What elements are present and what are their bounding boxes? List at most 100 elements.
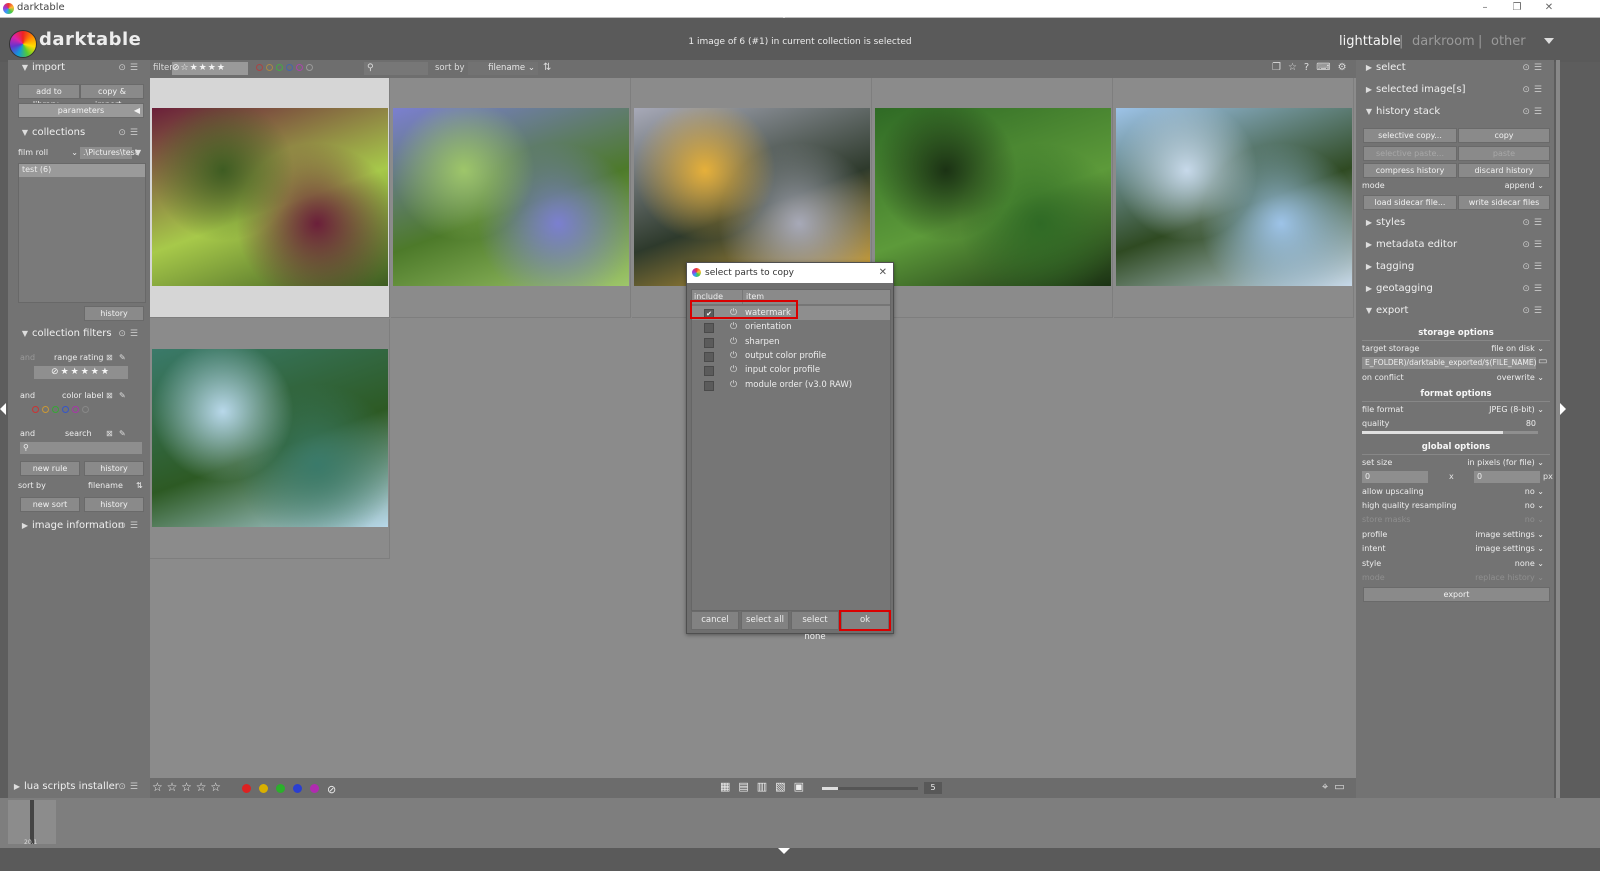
thumbnail-image[interactable] [875, 108, 1111, 286]
thumbnail-image[interactable] [634, 108, 870, 286]
tagging-section-header[interactable]: ▶ tagging ⊙☰ [1362, 257, 1552, 277]
thumbnail-cell[interactable] [391, 78, 631, 318]
collection-filters-section-header[interactable]: ▼ collection filters ⊙☰ [18, 324, 148, 344]
filter-search-input[interactable]: ⚲ [364, 62, 428, 75]
include-checkbox[interactable] [704, 337, 714, 348]
copy-import-button[interactable]: copy & import... [80, 84, 144, 109]
load-sidecar-button[interactable]: load sidecar file... [1363, 195, 1457, 210]
section-icons[interactable]: ⊙☰ [1522, 257, 1546, 277]
gray-label-icon[interactable] [82, 406, 89, 413]
blue-filter-icon[interactable] [286, 64, 293, 71]
section-icons[interactable]: ⊙☰ [118, 516, 142, 536]
section-icons[interactable]: ⊙☰ [1522, 80, 1546, 100]
profile-dropdown[interactable]: profile image settings ⌄ [1362, 528, 1552, 542]
new-sort-button[interactable]: new sort [20, 497, 80, 512]
import-section-header[interactable]: ▼ import ⊙☰ [18, 58, 148, 78]
quality-slider-track[interactable] [1362, 431, 1538, 434]
history-stack-section-header[interactable]: ▼ history stack ⊙☰ [1362, 102, 1552, 122]
section-icons[interactable]: ⊙☰ [1522, 102, 1546, 122]
paste-button[interactable]: paste [1458, 146, 1550, 161]
thumbnail-cell[interactable] [150, 78, 390, 318]
sort-order-icon[interactable]: ⇅ [136, 479, 143, 493]
cancel-button[interactable]: cancel [691, 611, 739, 630]
purple-filter-icon[interactable] [296, 64, 303, 71]
rule-close-icon[interactable]: ⊠ [106, 427, 113, 441]
red-filter-icon[interactable] [256, 64, 263, 71]
right-scrollbar[interactable] [1556, 60, 1560, 798]
gray-filter-icon[interactable] [306, 64, 313, 71]
select-none-button[interactable]: select none [791, 611, 839, 642]
geotagging-section-header[interactable]: ▶ geotagging ⊙☰ [1362, 279, 1552, 299]
rule-pin-icon[interactable]: ✎ [119, 351, 126, 365]
view-menu-arrow-icon[interactable] [1544, 38, 1554, 44]
style-dropdown[interactable]: style none ⌄ [1362, 557, 1552, 571]
collection-item-test[interactable]: test (6) [19, 164, 145, 177]
section-icons[interactable]: ⊙☰ [1522, 213, 1546, 233]
parts-list-item[interactable]: ⏻ sharpen [692, 335, 890, 349]
close-icon[interactable]: ✕ [879, 263, 887, 283]
file-format-dropdown[interactable]: file format JPEG (8-bit) ⌄ [1362, 403, 1552, 417]
sort-history-button[interactable]: history [84, 497, 144, 512]
styles-section-header[interactable]: ▶ styles ⊙☰ [1362, 213, 1552, 233]
export-button[interactable]: export [1363, 587, 1550, 602]
set-size-dropdown[interactable]: set size in pixels (for file) ⌄ [1362, 456, 1552, 470]
add-to-library-button[interactable]: add to library... [18, 84, 80, 109]
copy-button[interactable]: copy [1458, 128, 1550, 143]
rule-pin-icon[interactable]: ✎ [119, 389, 126, 403]
parameters-button[interactable]: parameters ◀ [18, 103, 144, 118]
collapse-left-arrow-icon[interactable] [0, 403, 6, 415]
collections-history-button[interactable]: history [84, 306, 144, 321]
parts-list-item[interactable]: ⏻ orientation [692, 320, 890, 334]
blue-label-icon[interactable] [62, 406, 69, 413]
parts-list-item[interactable]: ⏻ input color profile [692, 363, 890, 377]
metadata-editor-section-header[interactable]: ▶ metadata editor ⊙☰ [1362, 235, 1552, 255]
section-icons[interactable]: ⊙☰ [1522, 301, 1546, 321]
include-checkbox[interactable] [704, 380, 714, 391]
green-label-icon[interactable] [276, 784, 285, 793]
allow-upscaling-dropdown[interactable]: allow upscaling no ⌄ [1362, 485, 1552, 499]
zoom-value[interactable]: 5 [924, 782, 942, 794]
section-icons[interactable]: ⊙☰ [118, 324, 142, 344]
write-sidecar-button[interactable]: write sidecar files [1458, 195, 1550, 210]
image-information-section-header[interactable]: ▶ image information ⊙☰ [18, 516, 148, 536]
width-input[interactable]: 0 [1362, 471, 1428, 483]
filters-history-button[interactable]: history [84, 461, 144, 476]
close-window-button[interactable]: ✕ [1540, 1, 1558, 15]
range-rating-stars[interactable]: ⊘★★★★★ [34, 366, 128, 379]
thumbnail-cell[interactable] [873, 78, 1113, 318]
store-masks-dropdown[interactable]: store masks no ⌄ [1362, 513, 1552, 527]
layout-mode-icons[interactable]: ▦▤▥▧▣ [720, 780, 812, 793]
new-rule-button[interactable]: new rule [20, 461, 80, 476]
lua-scripts-section-header[interactable]: ▶ lua scripts installer ⊙☰ [10, 777, 148, 797]
blue-label-icon[interactable] [293, 784, 302, 793]
rule-close-icon[interactable]: ⊠ [106, 389, 113, 403]
section-icons[interactable]: ⊙☰ [118, 58, 142, 78]
rating-filter-stars[interactable]: ⊘☆★★★★ [172, 62, 248, 75]
sort-by-row[interactable]: sort by filename ⇅ [18, 479, 143, 493]
red-label-icon[interactable] [32, 406, 39, 413]
search-filter-input[interactable]: ⚲ [20, 442, 142, 454]
export-path-input[interactable]: E_FOLDER)/darktable_exported/$(FILE_NAME… [1362, 357, 1536, 369]
section-icons[interactable]: ⊙☰ [1522, 235, 1546, 255]
sort-value[interactable]: filename [88, 479, 123, 493]
intent-dropdown[interactable]: intent image settings ⌄ [1362, 542, 1552, 556]
select-all-button[interactable]: select all [741, 611, 789, 630]
yellow-filter-icon[interactable] [266, 64, 273, 71]
color-filter-circles[interactable] [256, 64, 316, 74]
selective-paste-button[interactable]: selective paste... [1363, 146, 1457, 161]
rule-pin-icon[interactable]: ✎ [119, 427, 126, 441]
height-input[interactable]: 0 [1474, 471, 1540, 483]
section-icons[interactable]: ⊙☰ [118, 123, 142, 143]
collapse-bottom-arrow-icon[interactable] [778, 848, 790, 854]
green-filter-icon[interactable] [276, 64, 283, 71]
red-label-icon[interactable] [242, 784, 251, 793]
color-label-buttons[interactable]: ⊘ [242, 783, 336, 796]
thumbnail-image[interactable] [1116, 108, 1352, 286]
collection-path-field[interactable]: .\Pictures\test [80, 147, 138, 159]
selected-images-section-header[interactable]: ▶ selected image[s] ⊙☰ [1362, 80, 1552, 100]
history-mode-dropdown[interactable]: mode append ⌄ [1362, 179, 1552, 193]
rating-stars[interactable]: ☆ ☆ ☆ ☆ ☆ [152, 780, 221, 794]
quality-slider[interactable]: quality 80 [1362, 417, 1552, 431]
minimize-button[interactable]: – [1476, 1, 1494, 15]
yellow-label-icon[interactable] [42, 406, 49, 413]
